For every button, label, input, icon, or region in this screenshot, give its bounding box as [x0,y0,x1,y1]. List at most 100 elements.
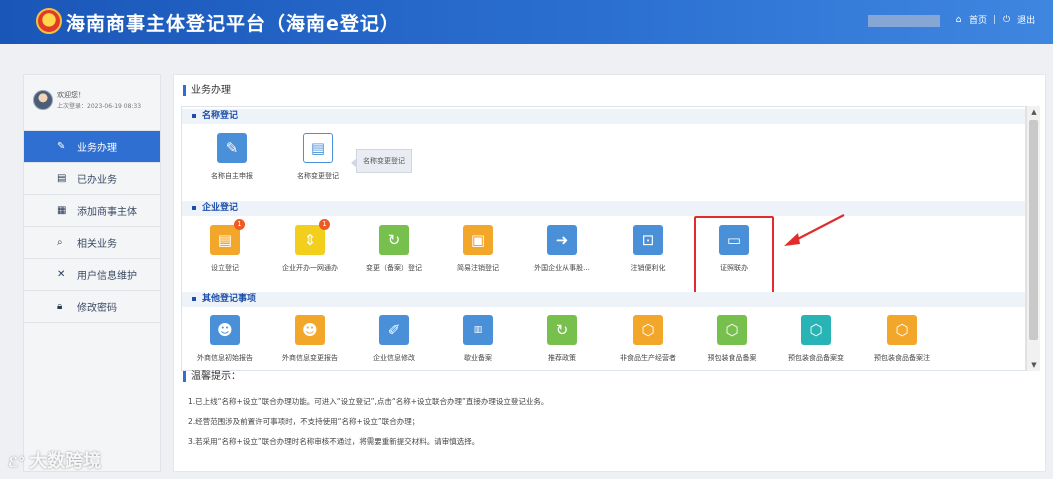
nav-separator: | [993,14,997,25]
tile-non-food-producer[interactable]: ⬡ 非食品生产经营者 [606,315,690,363]
clipboard-icon: ▤ [303,133,333,163]
sidebar-item-label: 相关业务 [77,239,117,250]
user-edit-icon: ✐ [379,315,409,345]
edit-doc-icon: ✎ [217,133,247,163]
lock-icon: 🔒︎ [57,301,63,312]
tile-recommended-policy[interactable]: ↻ 推荐政策 [520,315,604,363]
watermark-text: 大数跨境 [29,451,102,472]
tile-label: 变更（备案）登记 [366,264,422,272]
bullet-icon [192,296,196,301]
tile-label: 外国企业从事股... [534,264,590,272]
last-login-text: 上次登录：2023-06-19 08:33 [57,103,142,110]
merge-icon: ⇕ 1 [295,219,330,255]
sidebar: 欢迎您！ 上次登录：2023-06-19 08:33 ✎ 业务办理 ▤ 已办业务… [23,74,161,472]
tile-label: 名称自主申报 [211,172,253,180]
sidebar-item-label: 修改密码 [77,303,117,314]
document-icon: ▤ [57,173,67,184]
rest-icon: ▥ [463,315,493,345]
search-doc-icon: ⌕ [57,237,63,248]
watermark-logo-icon: ℰ° [8,455,26,471]
tile-foreign-change-report[interactable]: ☻ 外商信息变更报告 [268,315,352,363]
tile-label: 设立登记 [211,264,239,272]
tile-label: 外商信息变更报告 [282,354,338,362]
scroll-up-arrow-icon[interactable]: ▲ [1027,106,1041,118]
home-link[interactable]: 首页 [969,13,987,26]
tile-simple-deregistration[interactable]: ▣ 简易注销登记 [436,225,520,273]
scrollbar[interactable]: ▲ ▼ [1026,106,1040,371]
sidebar-item-add-entity[interactable]: ▦ 添加商事主体 [24,195,160,227]
tile-label: 推荐政策 [548,354,576,362]
tile-deregistration-facilitation[interactable]: ⊡ 注销便利化 [606,225,690,273]
sidebar-item-user-info[interactable]: ✕ 用户信息维护 [24,259,160,291]
tile-label: 歇业备案 [464,354,492,362]
doc-refresh-icon: ↻ [547,315,577,345]
clipboard-icon: ▤ 1 [210,219,245,255]
tile-name-self-declare[interactable]: ✎ 名称自主申报 [190,133,274,181]
tile-foreign-initial-report[interactable]: ☻ 外商信息初始报告 [183,315,267,363]
tip-line: 1.已上线“名称+设立”联合办理功能。可进入“设立登记”,点击“名称+设立联合办… [188,397,549,406]
watermark: ℰ° 大数跨境 [8,447,101,473]
tile-change-registration[interactable]: ↻ 变更（备案）登记 [352,225,436,273]
sidebar-item-label: 添加商事主体 [77,207,137,218]
wrench-icon: ✕ [57,269,66,280]
section-title: 名称登记 [202,111,239,121]
tile-suspension-filing[interactable]: ▥ 歇业备案 [436,315,520,363]
tile-enterprise-info-edit[interactable]: ✐ 企业信息修改 [352,315,436,363]
chart-doc-icon: ▣ [463,225,493,255]
tip-line: 3.若采用“名称+设立”联合办理时名称审核不通过，将需要重新提交材料。请审慎选择… [188,437,480,446]
username-blurred [868,15,940,27]
tile-name-change[interactable]: ▤ 名称变更登记 [276,133,360,181]
scroll-down-arrow-icon[interactable]: ▼ [1027,359,1041,371]
tile-one-stop-service[interactable]: ⇕ 1 企业开办一网通办 [268,219,352,273]
power-icon[interactable]: ⏻ [1002,15,1011,25]
sidebar-item-label: 已办业务 [77,175,117,186]
user-profile: 欢迎您！ 上次登录：2023-06-19 08:33 [24,75,160,131]
person-icon: ☻ [295,315,325,345]
person-icon: ☻ [210,315,240,345]
bullet-icon [192,205,196,210]
notification-badge: 1 [319,219,330,230]
top-header: 海南商事主体登记平台（海南e登记） ⌂ 首页 | ⏻ 退出 [0,0,1053,44]
tooltip: 名称变更登记 [351,149,412,173]
notification-badge: 1 [234,219,245,230]
sidebar-item-label: 业务办理 [77,143,117,154]
tip-line: 2.经营范围涉及前置许可事项时，不支持使用“名称+设立”联合办理； [188,417,420,426]
header-nav: ⌂ 首页 | ⏻ 退出 [954,13,1035,27]
tile-prepackaged-food-filing[interactable]: ⬡ 预包装食品备案 [690,315,774,363]
tile-establishment[interactable]: ▤ 1 设立登记 [183,219,267,273]
sidebar-item-label: 用户信息维护 [77,271,137,282]
sidebar-item-business[interactable]: ✎ 业务办理 [24,131,160,163]
sidebar-item-related[interactable]: ⌕ 相关业务 [24,227,160,259]
section-title: 企业登记 [202,203,239,213]
tile-label: 预包装食品备案 [707,354,757,362]
home-icon[interactable]: ⌂ [954,15,963,25]
avatar [33,90,53,110]
sidebar-item-completed[interactable]: ▤ 已办业务 [24,163,160,195]
logout-link[interactable]: 退出 [1017,13,1035,26]
tile-foreign-enterprise[interactable]: ➜ 外国企业从事股... [520,225,604,273]
tile-prepackaged-food-cancel[interactable]: ⬡ 预包装食品备案注 [860,315,944,363]
bullet-icon [192,113,196,118]
red-arrow-icon [784,214,845,246]
scroll-thumb[interactable] [1029,120,1038,340]
section-header-name-registration: 名称登记 [182,109,1025,124]
tile-label: 简易注销登记 [457,264,499,272]
business-content: 名称登记 ✎ 名称自主申报 ▤ 名称变更登记 名称变更登记 企业登记 ▤ 1 设立… [181,106,1026,371]
edit-icon: ✎ [57,141,66,152]
tile-label: 企业开办一网通办 [282,264,338,272]
tile-label: 预包装食品备案注 [874,354,930,362]
tile-label: 预包装食品备案变 [788,354,844,362]
tile-label: 外商信息初始报告 [197,354,253,362]
tile-prepackaged-food-change[interactable]: ⬡ 预包装食品备案变 [774,315,858,363]
doc-refresh-icon: ↻ [379,225,409,255]
tile-label: 注销便利化 [630,264,666,272]
box-icon: ⬡ [633,315,663,345]
page-title: 业务办理 [183,85,231,96]
main-panel: 业务办理 名称登记 ✎ 名称自主申报 ▤ 名称变更登记 名称变更登记 企业登记 … [173,74,1046,472]
national-emblem-icon [36,8,62,34]
sidebar-item-password[interactable]: 🔒︎ 修改密码 [24,291,160,323]
section-title: 其他登记事项 [202,294,257,304]
welcome-text: 欢迎您！ [57,91,85,99]
site-title: 海南商事主体登记平台（海南e登记） [66,13,400,35]
scan-icon: ⊡ [633,225,663,255]
